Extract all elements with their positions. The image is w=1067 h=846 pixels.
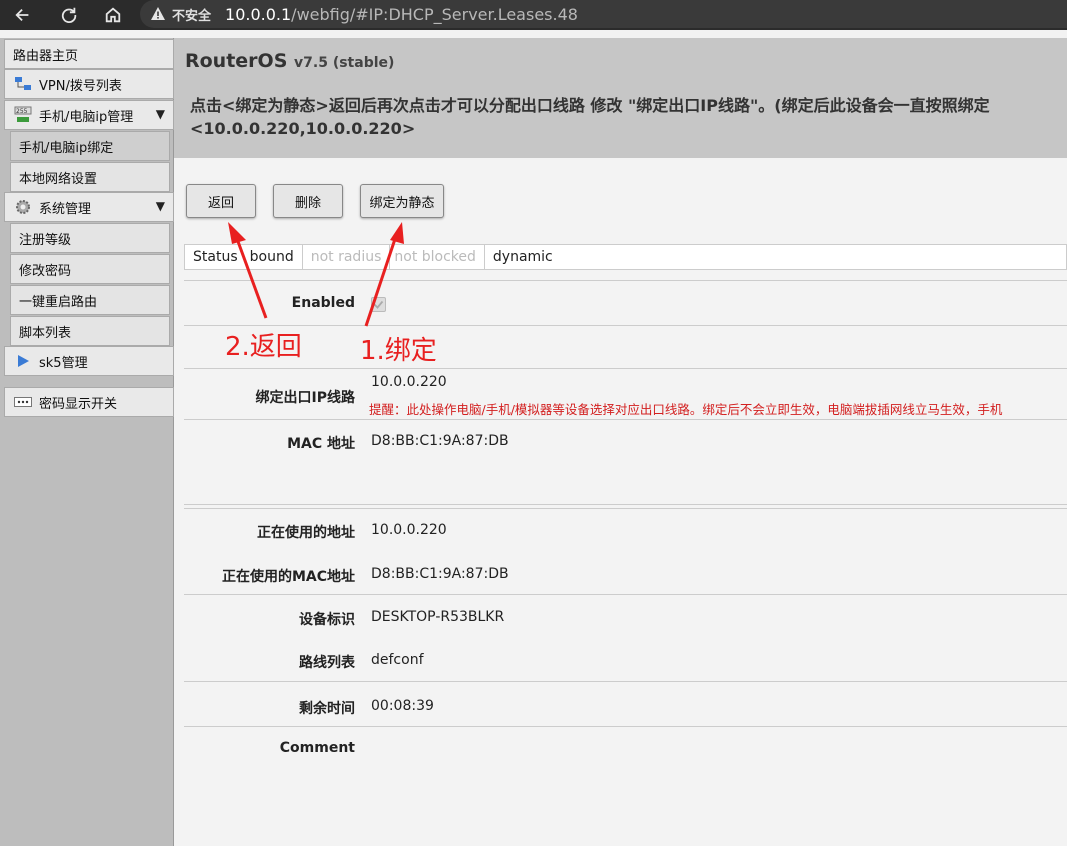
browser-toolbar: 不安全 10.0.0.1 /webfig/#IP:DHCP_Server.Lea… [0, 0, 1067, 30]
mac-label: MAC 地址 [287, 436, 355, 452]
checkmark-icon [373, 300, 384, 309]
active-mac-label: 正在使用的MAC地址 [221, 569, 355, 585]
active-mac-value: D8:BB:C1:9A:87:DB [371, 566, 509, 582]
divider [184, 504, 1067, 505]
active-address-label: 正在使用的地址 [257, 525, 355, 541]
sidebar-item-label: 手机/电脑ip绑定 [19, 140, 114, 156]
sidebar-item-label: 手机/电脑ip管理 [39, 109, 134, 125]
sidebar-item-sk5[interactable]: sk5管理 [4, 346, 174, 376]
sidebar-item-label: sk5管理 [39, 355, 88, 371]
mac-value: D8:BB:C1:9A:87:DB [371, 433, 509, 449]
divider [184, 419, 1067, 420]
enabled-checkbox[interactable] [371, 297, 386, 312]
enabled-label: Enabled [291, 295, 355, 311]
sidebar-item-label: VPN/拨号列表 [39, 78, 122, 94]
sidebar-item-label: 注册等级 [19, 232, 72, 248]
url-path: /webfig/#IP:DHCP_Server.Leases.48 [291, 4, 578, 24]
sidebar-item-reboot[interactable]: 一键重启路由 [10, 285, 170, 315]
sidebar-item-ip-management[interactable]: 255 手机/电脑ip管理 ▼ [4, 100, 174, 130]
dropdown-arrow-icon: ▼ [155, 199, 165, 213]
sidebar-item-register[interactable]: 注册等级 [10, 223, 170, 253]
sidebar-item-label: 本地网络设置 [19, 171, 98, 187]
password-dots-icon [13, 393, 33, 411]
status-dynamic: dynamic [492, 249, 553, 265]
page-title: RouterOS v7.5 (stable) [185, 50, 394, 72]
sidebar-item-label: 路由器主页 [13, 48, 79, 64]
sidebar-item-label: 脚本列表 [19, 325, 72, 341]
svg-text:255: 255 [16, 108, 28, 115]
main-content: RouterOS v7.5 (stable) 点击<绑定为静态>返回后再次点击才… [174, 38, 1067, 846]
brand-name: RouterOS [185, 50, 288, 72]
exit-ip-hint: 提醒：此处操作电脑/手机/模拟器等设备选择对应出口线路。绑定后不会立即生效，电脑… [369, 402, 1003, 417]
home-icon[interactable] [102, 4, 124, 26]
warning-icon [151, 7, 165, 20]
notice-line-1: 点击<绑定为静态>返回后再次点击才可以分配出口线路 修改 "绑定出口IP线路"。… [190, 96, 990, 115]
network-icon [13, 75, 33, 93]
dropdown-arrow-icon: ▼ [155, 107, 165, 121]
page-header: RouterOS v7.5 (stable) 点击<绑定为静态>返回后再次点击才… [174, 38, 1067, 158]
version-label: v7.5 (stable) [294, 55, 395, 71]
divider [184, 368, 1067, 369]
annotation-step-1: 1.绑定 [360, 336, 437, 366]
sidebar-item-label: 一键重启路由 [19, 294, 98, 310]
notice-line-2: <10.0.0.220,10.0.0.220> [190, 119, 416, 138]
gear-icon [13, 198, 33, 216]
status-not-radius: not radius [303, 245, 391, 269]
delete-button[interactable]: 删除 [273, 184, 343, 218]
annotation-step-2: 2.返回 [225, 332, 302, 362]
divider [184, 594, 1067, 595]
exit-ip-value[interactable]: 10.0.0.220 [371, 374, 447, 390]
remaining-time-label: 剩余时间 [299, 701, 355, 717]
sidebar-item-ip-binding[interactable]: 手机/电脑ip绑定 [10, 131, 170, 161]
sidebar: 路由器主页 VPN/拨号列表 255 手机/电脑ip管理 ▼ 手机/电脑ip绑定… [0, 38, 174, 846]
status-not-blocked: not blocked [390, 245, 485, 269]
url-host: 10.0.0.1 [225, 4, 292, 24]
back-arrow-icon[interactable] [12, 4, 34, 26]
device-id-label: 设备标识 [299, 612, 355, 628]
comment-label: Comment [279, 740, 355, 756]
sidebar-item-vpn[interactable]: VPN/拨号列表 [4, 69, 174, 99]
active-address-value: 10.0.0.220 [371, 522, 447, 538]
sidebar-item-scripts[interactable]: 脚本列表 [10, 316, 170, 346]
address-bar[interactable]: 不安全 10.0.0.1 /webfig/#IP:DHCP_Server.Lea… [140, 0, 1067, 28]
divider [184, 726, 1067, 727]
sidebar-item-password[interactable]: 修改密码 [10, 254, 170, 284]
reload-icon[interactable] [58, 4, 80, 26]
sidebar-item-label: 系统管理 [39, 201, 92, 217]
divider [184, 681, 1067, 682]
sidebar-item-home[interactable]: 路由器主页 [4, 39, 174, 69]
ip-icon: 255 [13, 106, 33, 124]
insecure-label: 不安全 [172, 8, 212, 24]
sidebar-item-password-toggle[interactable]: 密码显示开关 [4, 387, 174, 417]
divider [184, 508, 1067, 509]
device-id-value: DESKTOP-R53BLKR [371, 609, 505, 625]
notice-text: 点击<绑定为静态>返回后再次点击才可以分配出口线路 修改 "绑定出口IP线路"。… [190, 94, 1067, 140]
sidebar-item-label: 修改密码 [19, 263, 72, 279]
sidebar-item-local-network[interactable]: 本地网络设置 [10, 162, 170, 192]
status-bound: bound [242, 245, 303, 269]
route-list-label: 路线列表 [299, 655, 355, 671]
back-button[interactable]: 返回 [186, 184, 256, 218]
divider [184, 280, 1067, 281]
remaining-time-value: 00:08:39 [371, 698, 434, 714]
status-bar: Status bound not radius not blocked dyna… [184, 244, 1067, 270]
status-label: Status [193, 249, 238, 265]
bind-static-button[interactable]: 绑定为静态 [360, 184, 444, 218]
route-list-value: defconf [371, 652, 424, 668]
exit-ip-label: 绑定出口IP线路 [255, 390, 355, 406]
play-icon [13, 352, 33, 370]
sidebar-item-system[interactable]: 系统管理 ▼ [4, 192, 174, 222]
sidebar-item-label: 密码显示开关 [39, 396, 118, 412]
divider [184, 325, 1067, 326]
